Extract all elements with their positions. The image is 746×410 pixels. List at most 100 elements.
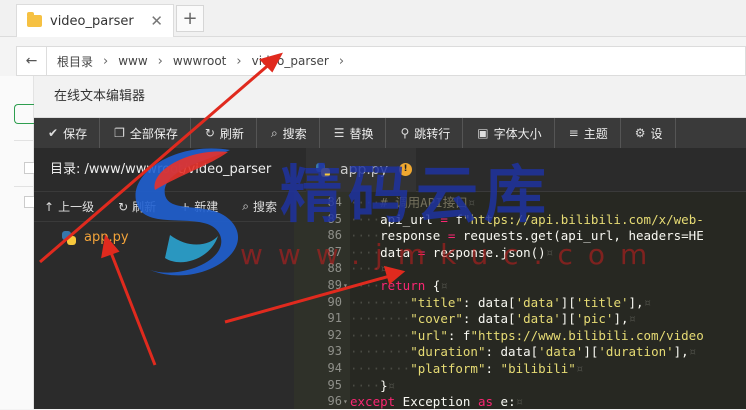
- refresh-icon: ↻: [118, 199, 129, 214]
- breadcrumb-wwwroot[interactable]: wwwroot: [173, 54, 227, 68]
- line-number: 89: [327, 278, 342, 292]
- theme-icon: ≡: [568, 126, 579, 140]
- code-line: ····response = requests.get(api_url, hea…: [350, 228, 704, 244]
- toolbar-button-3[interactable]: ⌕ 搜索: [257, 118, 320, 148]
- sidebar-action-3[interactable]: ⌕ 搜索: [242, 198, 277, 215]
- code-line: ········"title": data['data']['title'],¤: [350, 294, 652, 310]
- plus-icon: +: [180, 199, 191, 214]
- breadcrumb: 根目录 › www › wwwroot › video_parser ›: [47, 53, 354, 70]
- file-item-app-py[interactable]: app.py: [62, 230, 129, 245]
- toolbar-label: 字体大小: [493, 126, 542, 141]
- divider: [14, 140, 34, 141]
- toolbar-button-8[interactable]: ⚙ 设: [621, 118, 676, 148]
- tab-video-parser[interactable]: video_parser ✕: [16, 4, 174, 37]
- editor-toolbar: ✔ 保存 ❐ 全部保存 ↻ 刷新 ⌕ 搜索 ☰ 替换 ⚲ 跳转行 ▣ 字体大小 ≡ 主题 ⚙ 设: [34, 118, 746, 148]
- line-number: 90: [327, 294, 342, 309]
- chevron-right-icon: ›: [236, 53, 242, 69]
- copy-icon: ❐: [114, 126, 125, 140]
- line-number: 96: [327, 394, 342, 409]
- file-name: app.py: [84, 230, 129, 245]
- sidebar-actions: ↑ 上一级 ↻ 刷新 + 新建 ⌕ 搜索: [34, 192, 294, 222]
- fold-arrow-icon[interactable]: ▾: [343, 393, 349, 410]
- file-sidebar: 目录: /www/wwwroot/video_parser ↑ 上一级 ↻ 刷新 + 新建…: [34, 148, 294, 409]
- search-icon: ⌕: [270, 125, 278, 140]
- line-number: 95: [327, 377, 342, 392]
- code-line: ····api_url = f"https://api.bilibili.com…: [350, 211, 704, 227]
- settings-icon: ⚙: [634, 126, 646, 140]
- sidebar-action-label: 刷新: [132, 200, 157, 214]
- python-file-icon: [62, 230, 76, 245]
- chevron-right-icon: ›: [103, 53, 109, 69]
- line-number-gutter: 84 85 86 87 88 89 ▾ 90 91 92 93 94 95 96 ▾: [294, 192, 350, 409]
- directory-path: 目录: /www/wwwroot/video_parser: [34, 148, 294, 192]
- toolbar-button-0[interactable]: ✔ 保存: [34, 118, 101, 148]
- toolbar-button-4[interactable]: ☰ 替换: [320, 118, 387, 148]
- line-number: 85: [327, 211, 342, 226]
- back-button[interactable]: ←: [17, 47, 47, 75]
- open-tab-label: app.py: [340, 162, 388, 178]
- line-number: 88: [327, 261, 342, 276]
- code-line: except Exception as e:¤: [350, 394, 524, 409]
- code-line: ····return {¤: [350, 278, 448, 293]
- code-line: ········"url": f"https://www.bilibili.co…: [350, 327, 704, 343]
- breadcrumb-root[interactable]: 根目录: [57, 53, 93, 70]
- new-tab-button[interactable]: +: [176, 5, 204, 32]
- toolbar-label: 跳转行: [414, 126, 451, 141]
- divider: [14, 186, 34, 187]
- sidebar-action-label: 新建: [194, 200, 219, 214]
- toolbar-button-5[interactable]: ⚲ 跳转行: [386, 118, 464, 148]
- sidebar-action-0[interactable]: ↑ 上一级: [44, 198, 94, 215]
- tab-app-py[interactable]: app.py !: [306, 148, 416, 192]
- toolbar-button-2[interactable]: ↻ 刷新: [191, 118, 257, 148]
- toolbar-label: 替换: [349, 126, 374, 141]
- code-line: ········"cover": data['data']['pic'],¤: [350, 311, 637, 327]
- jump-icon: ⚲: [400, 126, 410, 140]
- code-line: ····# 调用API接口¤: [350, 195, 476, 210]
- toolbar-label: 主题: [583, 126, 608, 141]
- code-area[interactable]: ····# 调用API接口¤ ····api_url = f"https://ap…: [350, 192, 746, 409]
- sidebar-action-label: 上一级: [58, 200, 95, 214]
- search-icon: ⌕: [242, 199, 249, 213]
- sidebar-action-2[interactable]: + 新建: [180, 198, 218, 215]
- sidebar-action-1[interactable]: ↻ 刷新: [118, 198, 156, 215]
- open-file-tabs: app.py !: [294, 148, 746, 192]
- unsaved-warning-icon: !: [399, 163, 412, 176]
- breadcrumb-bar: ← 根目录 › www › wwwroot › video_parser ›: [16, 46, 746, 76]
- toolbar-label: 全部保存: [129, 126, 178, 141]
- breadcrumb-www[interactable]: www: [118, 54, 147, 68]
- line-number: 93: [327, 344, 342, 359]
- code-line: ····data = response.json()¤: [350, 244, 554, 260]
- tab-title: video_parser: [50, 13, 134, 29]
- green-button-edge: [14, 104, 34, 124]
- code-line: ········"duration": data['data']['durati…: [350, 344, 697, 360]
- line-number: 92: [327, 327, 342, 342]
- toolbar-button-7[interactable]: ≡ 主题: [555, 118, 621, 148]
- background-page-strip: [0, 76, 36, 409]
- replace-icon: ☰: [333, 126, 345, 140]
- folder-icon: [27, 12, 42, 27]
- line-number: 91: [327, 311, 342, 326]
- code-line: ····¤: [350, 261, 388, 277]
- toolbar-button-1[interactable]: ❐ 全部保存: [100, 118, 191, 148]
- line-number: 84: [327, 195, 342, 209]
- close-icon[interactable]: ✕: [150, 12, 163, 30]
- online-text-editor: 在线文本编辑器 ✔ 保存 ❐ 全部保存 ↻ 刷新 ⌕ 搜索 ☰ 替换 ⚲ 跳转行 ▣ 字体大小 ≡ 主题 ⚙ 设 …: [34, 76, 746, 409]
- breadcrumb-video-parser[interactable]: video_parser: [252, 54, 329, 68]
- chevron-right-icon: ›: [157, 53, 163, 69]
- code-line: ········"platform": "bilibili"¤: [350, 361, 584, 376]
- line-number: 87: [327, 244, 342, 259]
- font-icon: ▣: [477, 126, 489, 140]
- up-arrow-icon: ↑: [44, 199, 55, 214]
- toolbar-label: 保存: [63, 126, 88, 141]
- toolbar-label: 设: [650, 126, 663, 141]
- toolbar-button-6[interactable]: ▣ 字体大小: [463, 118, 555, 148]
- toolbar-label: 刷新: [219, 126, 244, 141]
- fold-arrow-icon[interactable]: ▾: [343, 277, 349, 294]
- refresh-icon: ↻: [204, 126, 215, 140]
- chevron-right-icon: ›: [338, 53, 345, 69]
- line-number: 94: [327, 361, 342, 375]
- toolbar-label: 搜索: [282, 126, 307, 141]
- line-number: 86: [327, 228, 342, 243]
- python-file-icon: [316, 163, 330, 177]
- check-icon: ✔: [48, 126, 59, 140]
